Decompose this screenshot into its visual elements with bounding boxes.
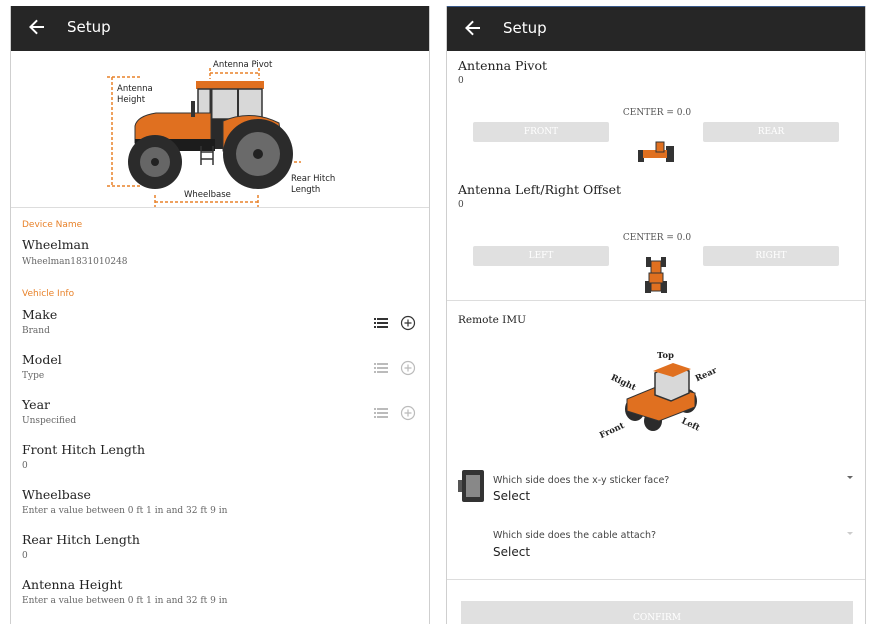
imu-device-icon [458, 470, 484, 502]
year-title: Year [22, 397, 50, 412]
antenna-height-label-1: Antenna [117, 84, 153, 94]
antenna-height-title: Antenna Height [22, 577, 123, 592]
front-button[interactable]: FRONT [473, 122, 609, 142]
antenna-height-label-2: Height [117, 95, 146, 105]
add-circle-icon[interactable] [400, 315, 416, 331]
rear-hitch-value: 0 [22, 551, 28, 561]
app-bar: Setup [11, 6, 429, 51]
list-icon [374, 408, 388, 418]
dropdown-caret-icon[interactable] [847, 476, 853, 479]
back-arrow-icon[interactable] [25, 15, 49, 39]
list-icon[interactable] [373, 315, 389, 331]
page-title: Setup [503, 19, 547, 37]
rear-hitch-label-1: Rear Hitch [291, 174, 336, 184]
setup-screen-vehicle: Setup Antenna Pivot Antenna Height Rear … [10, 6, 430, 624]
wheelbase-hint: Enter a value between 0 ft 1 in and 32 f… [22, 506, 228, 516]
dropdown-caret-icon [847, 532, 853, 535]
list-icon [374, 363, 388, 373]
device-name-section: Device Name [22, 220, 83, 230]
cable-attach-value[interactable]: Select [493, 545, 530, 559]
antenna-pivot-title: Antenna Pivot [458, 58, 548, 73]
sticker-face-value[interactable]: Select [493, 489, 530, 503]
tractor-side-icon [638, 141, 674, 162]
divider [447, 300, 865, 301]
divider [447, 579, 865, 580]
device-name-value[interactable]: Wheelman [22, 237, 89, 252]
rear-hitch-title: Rear Hitch Length [22, 532, 140, 547]
add-circle-icon [400, 360, 416, 376]
left-button[interactable]: LEFT [473, 246, 609, 266]
wheelbase-title: Wheelbase [22, 487, 91, 502]
tractor-side-illustration [107, 68, 301, 207]
setup-screen-antenna: Setup Antenna Pivot 0 CENTER = 0.0 FRONT… [446, 6, 866, 624]
year-sub: Unspecified [22, 416, 77, 426]
sticker-face-question: Which side does the x-y sticker face? [493, 475, 670, 486]
offset-center-label: CENTER = 0.0 [622, 233, 692, 243]
model-title: Model [22, 352, 62, 367]
antenna-pivot-label: Antenna Pivot [213, 60, 273, 70]
antenna-pivot-value: 0 [458, 76, 464, 86]
right-button[interactable]: RIGHT [703, 246, 839, 266]
device-id: Wheelman1831010248 [22, 257, 128, 267]
pivot-center-label: CENTER = 0.0 [622, 108, 692, 118]
make-sub: Brand [22, 326, 50, 336]
rear-hitch-label-2: Length [291, 185, 321, 195]
confirm-button[interactable]: CONFIRM [461, 601, 853, 624]
antenna-height-hint: Enter a value between 0 ft 1 in and 32 f… [22, 596, 228, 606]
remote-imu-title: Remote IMU [458, 314, 526, 326]
front-hitch-title: Front Hitch Length [22, 442, 145, 457]
front-hitch-value: 0 [22, 461, 28, 471]
make-title: Make [22, 307, 58, 322]
vehicle-info-section: Vehicle Info [22, 289, 75, 299]
tractor-top-icon [645, 257, 667, 293]
tractor-dimension-diagram: Antenna Pivot Antenna Height Rear Hitch … [11, 51, 429, 208]
model-sub: Type [22, 371, 45, 381]
page-title: Setup [67, 18, 111, 36]
add-circle-icon [400, 405, 416, 421]
imu-top-label: Top [657, 351, 674, 361]
back-arrow-icon[interactable] [461, 16, 485, 40]
app-bar: Setup [447, 6, 865, 51]
offset-value: 0 [458, 200, 464, 210]
cable-attach-question: Which side does the cable attach? [493, 530, 657, 541]
wheelbase-label: Wheelbase [184, 190, 231, 200]
rear-button[interactable]: REAR [703, 122, 839, 142]
offset-title: Antenna Left/Right Offset [458, 182, 622, 197]
